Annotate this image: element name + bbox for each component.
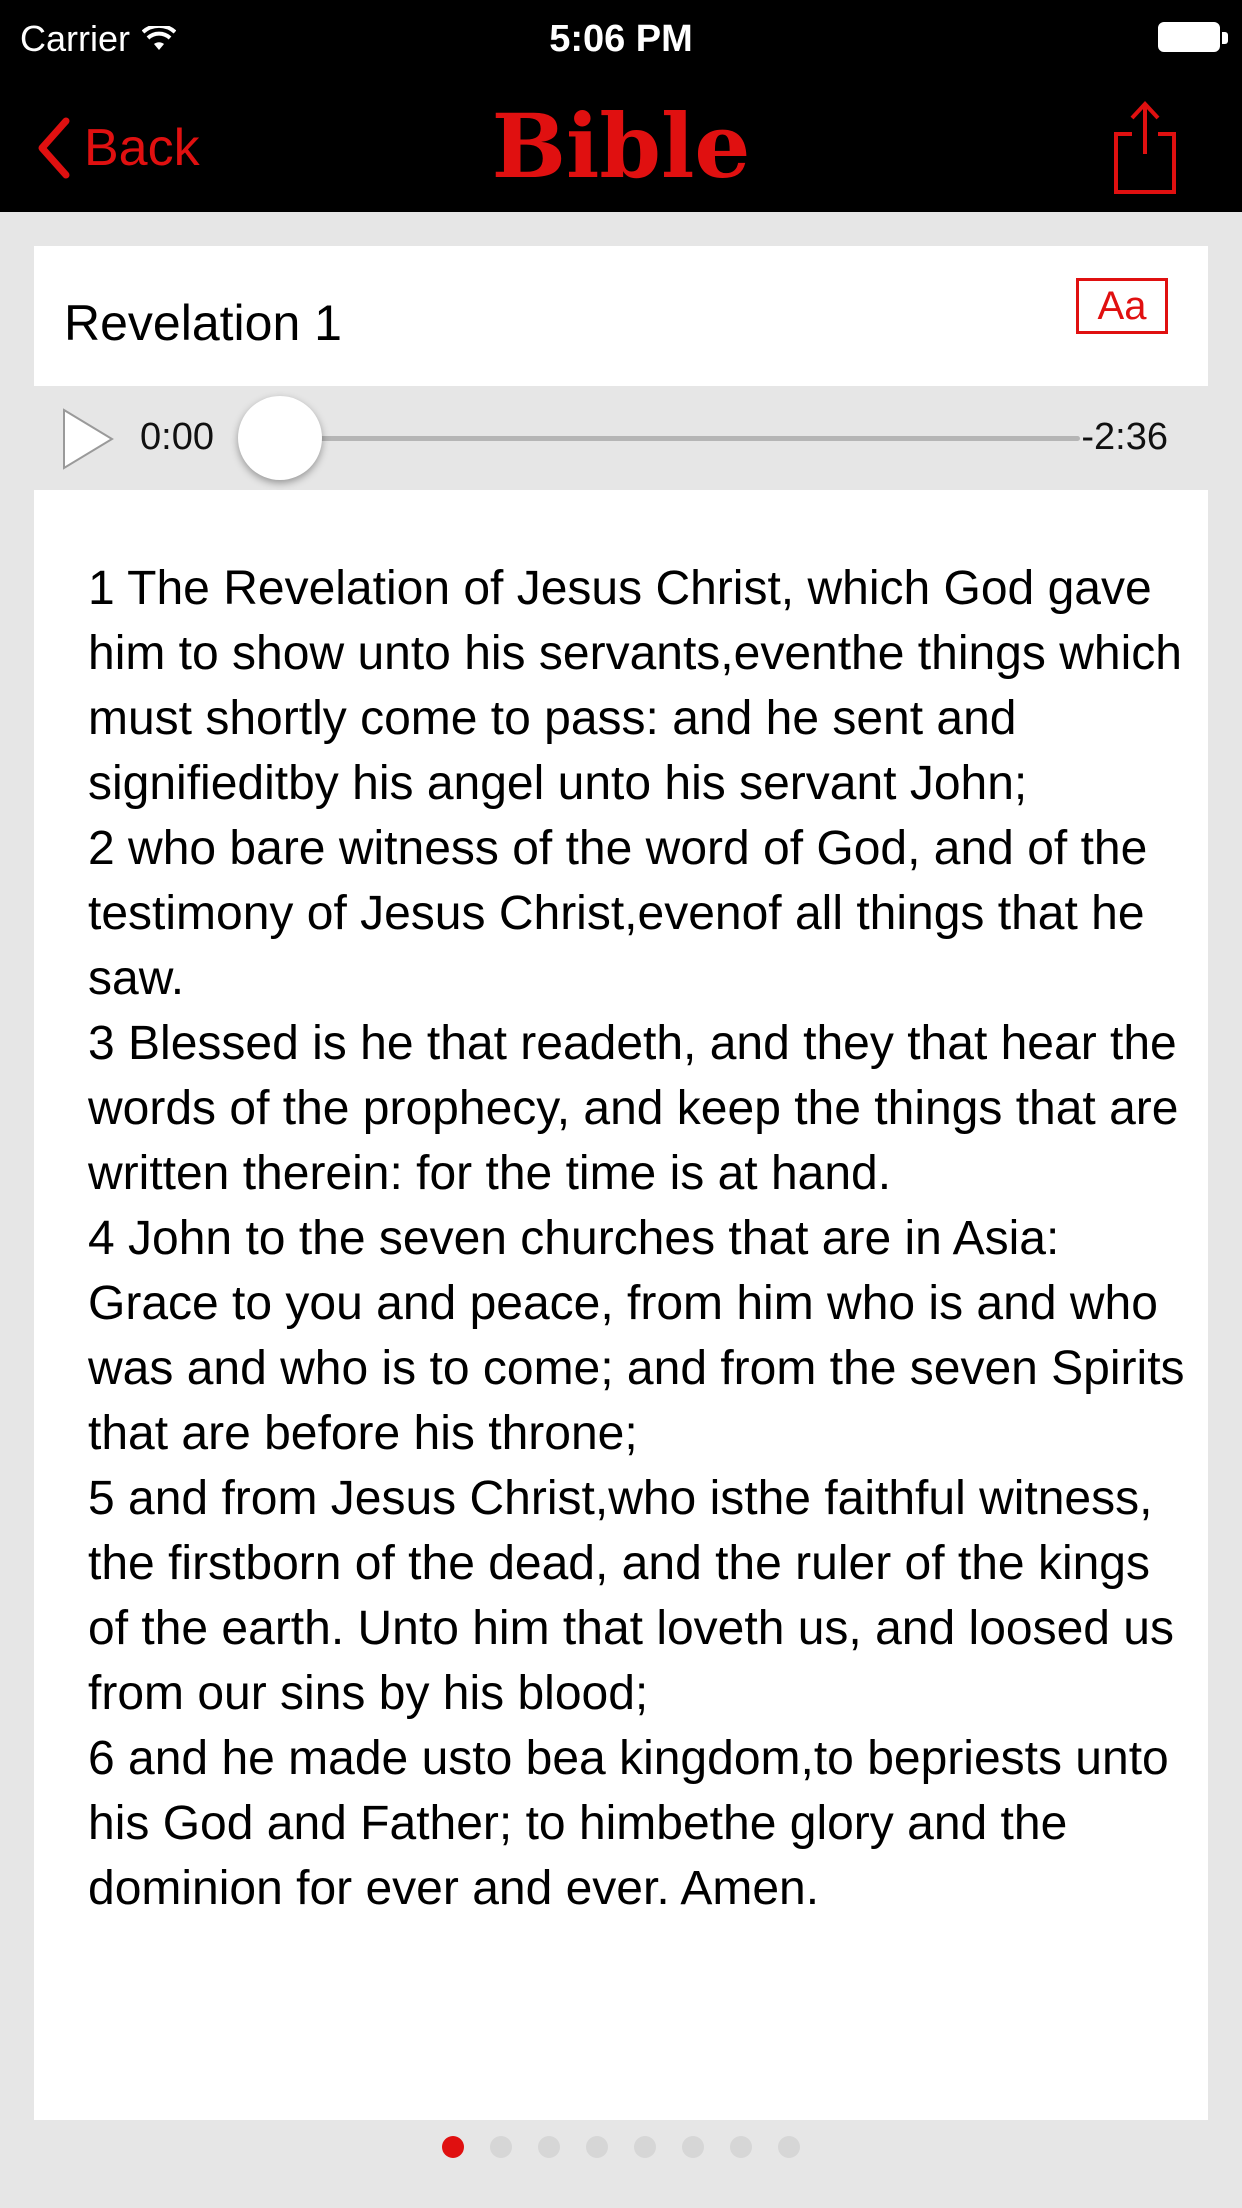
share-icon (1114, 101, 1176, 194)
navigation-bar: Back Bible (0, 84, 1242, 212)
page-dot[interactable] (586, 2136, 608, 2158)
page-dot[interactable] (778, 2136, 800, 2158)
page-dot[interactable] (490, 2136, 512, 2158)
share-button[interactable] (1108, 96, 1182, 201)
verse-list: 1 The Revelation of Jesus Christ, which … (88, 556, 1188, 1921)
chapter-header: Revelation 1 Aa (34, 246, 1208, 386)
font-size-button[interactable]: Aa (1076, 278, 1168, 334)
clock: 5:06 PM (549, 18, 693, 60)
page-dot[interactable] (730, 2136, 752, 2158)
progress-track[interactable] (284, 436, 1080, 441)
audio-player: 0:00 -2:36 (34, 386, 1208, 490)
chapter-text[interactable]: 1 The Revelation of Jesus Christ, which … (34, 490, 1208, 2120)
verse: 3 Blessed is he that readeth, and they t… (88, 1017, 1179, 1200)
page-dot[interactable] (538, 2136, 560, 2158)
page-title: Bible (491, 94, 751, 198)
page-indicator[interactable] (0, 2136, 1242, 2158)
verse: 2 who bare witness of the word of God, a… (88, 822, 1148, 1005)
verse: 5 and from Jesus Christ,who isthe faithf… (88, 1472, 1174, 1720)
status-bar: Carrier 5:06 PM (0, 0, 1242, 84)
chapter-title: Revelation 1 (64, 295, 342, 351)
page-dot[interactable] (682, 2136, 704, 2158)
play-icon (63, 408, 114, 470)
verse: 4 John to the seven churches that are in… (88, 1212, 1185, 1460)
verse: 1 The Revelation of Jesus Christ, which … (88, 562, 1182, 810)
page-dot[interactable] (442, 2136, 464, 2158)
page-dot[interactable] (634, 2136, 656, 2158)
play-button[interactable] (58, 406, 118, 477)
verse: 6 and he made usto bea kingdom,to beprie… (88, 1732, 1169, 1915)
remaining-time: -2:36 (1081, 416, 1168, 458)
elapsed-time: 0:00 (140, 416, 214, 458)
battery-icon (1158, 22, 1228, 52)
progress-thumb[interactable] (238, 396, 322, 480)
